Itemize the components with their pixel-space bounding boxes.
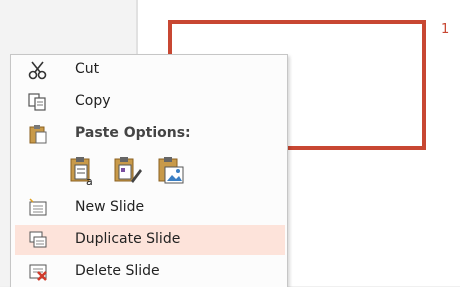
- menu-item-cut[interactable]: Cut: [15, 55, 285, 85]
- menu-item-label: Cut: [75, 61, 100, 77]
- menu-item-label: Copy: [75, 93, 111, 109]
- menu-item-delete-slide[interactable]: Delete Slide: [15, 257, 285, 287]
- menu-item-copy[interactable]: Copy: [15, 87, 285, 117]
- menu-item-label: Duplicate Slide: [75, 231, 181, 247]
- menu-item-new-slide[interactable]: New Slide: [15, 193, 285, 223]
- paste-keep-source-formatting-icon[interactable]: [111, 155, 143, 187]
- menu-item-label: New Slide: [75, 199, 145, 215]
- svg-text:a: a: [86, 175, 93, 187]
- paste-picture-icon[interactable]: [155, 155, 187, 187]
- clipboard-icon: [27, 124, 49, 144]
- slide-number: 1: [441, 22, 450, 37]
- copy-icon: [27, 92, 49, 112]
- context-menu: Cut Copy Paste Options: a New Slide Dupl…: [10, 54, 288, 287]
- scissors-icon: [27, 60, 49, 80]
- duplicate-slide-icon: [27, 230, 49, 250]
- menu-item-paste-options: Paste Options:: [15, 119, 285, 149]
- menu-item-label: Paste Options:: [75, 125, 191, 141]
- delete-slide-icon: [27, 262, 49, 282]
- menu-item-label: Delete Slide: [75, 263, 160, 279]
- paste-options-row: a: [67, 155, 227, 189]
- menu-item-duplicate-slide[interactable]: Duplicate Slide: [15, 225, 285, 255]
- new-slide-icon: [27, 198, 49, 218]
- paste-use-destination-theme-icon[interactable]: a: [67, 155, 99, 188]
